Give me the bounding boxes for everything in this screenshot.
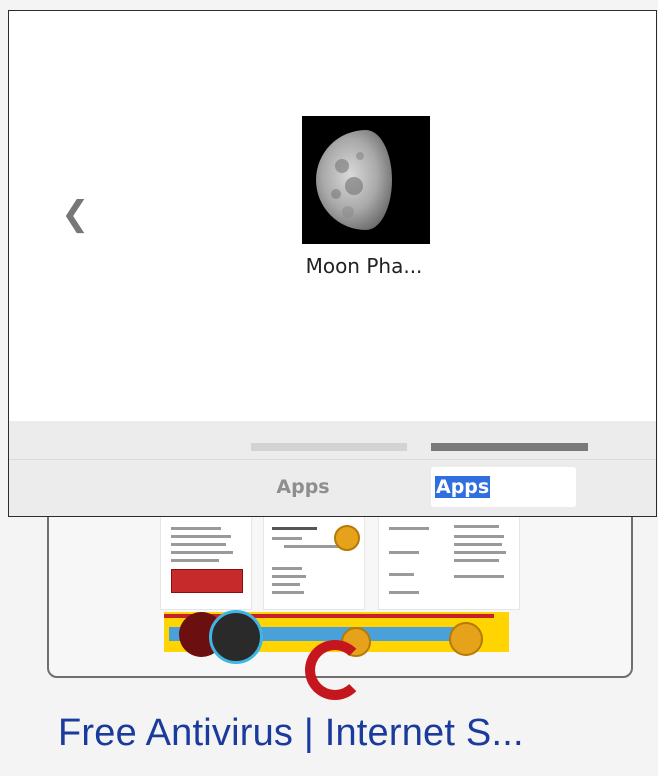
thumbnail-panel-left bbox=[161, 517, 251, 609]
thumbnail-panel-right bbox=[379, 517, 519, 609]
tab-apps-1[interactable]: Apps bbox=[243, 467, 363, 507]
chevron-left-icon[interactable]: ❮ bbox=[61, 194, 90, 234]
tab-bar: Apps Apps bbox=[9, 421, 656, 516]
c-logo-icon bbox=[305, 640, 365, 700]
moon-phase-icon bbox=[302, 116, 430, 244]
app-tile-label: Moon Pha... bbox=[305, 254, 423, 278]
search-result-title[interactable]: Free Antivirus | Internet S... bbox=[58, 712, 648, 755]
app-tile-moon-phase[interactable]: Moon Pha... bbox=[274, 111, 454, 286]
apps-popup: ❮ Moon Pha... Apps Apps bbox=[8, 10, 657, 517]
tab-indicator-inactive bbox=[251, 443, 407, 451]
tab-apps-2-label: Apps bbox=[435, 476, 491, 498]
tab-apps-2[interactable]: Apps bbox=[431, 467, 576, 507]
thumbnail-panel-middle bbox=[264, 517, 364, 609]
tab-bar-divider bbox=[9, 459, 656, 460]
tab-indicator-active bbox=[431, 443, 588, 451]
